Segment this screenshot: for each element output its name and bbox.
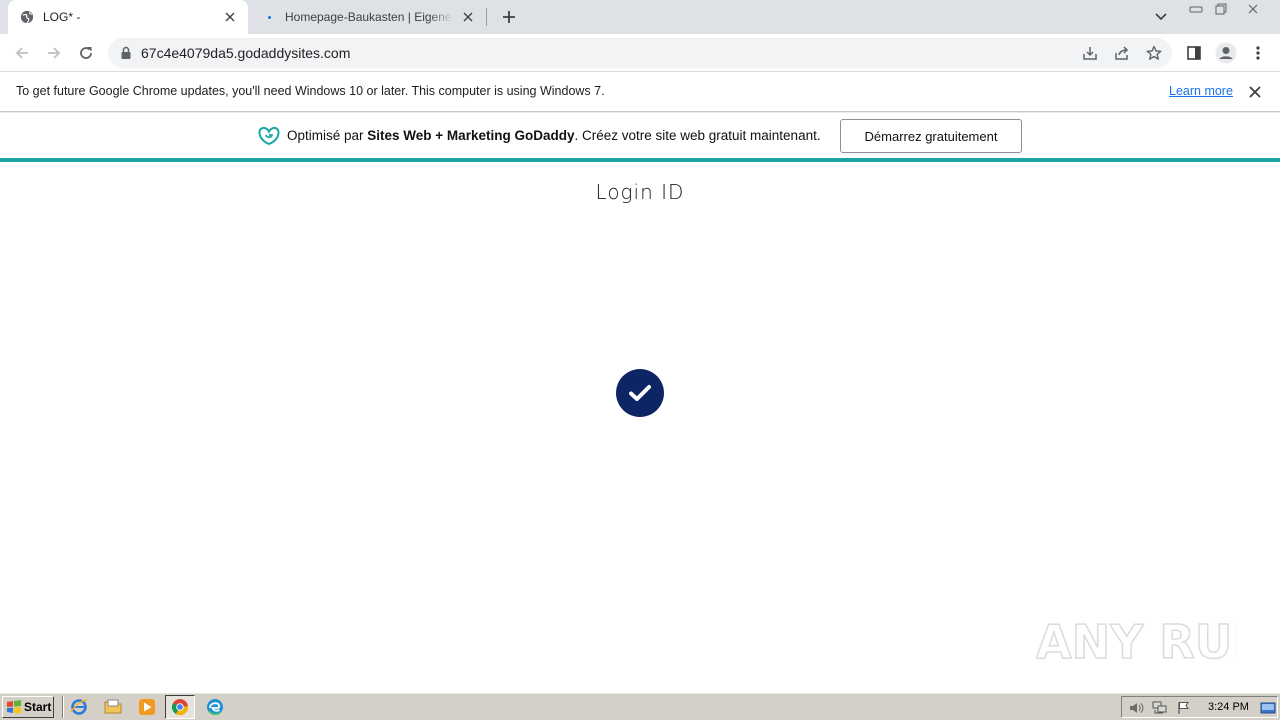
restore-icon <box>1215 3 1227 14</box>
new-tab-button[interactable] <box>498 6 520 28</box>
tab-separator <box>486 8 487 26</box>
loading-dot-icon <box>268 15 271 19</box>
back-button[interactable] <box>8 39 36 67</box>
lock-icon[interactable] <box>120 46 132 60</box>
reload-icon <box>80 47 92 59</box>
page-title: Login ID <box>595 180 685 204</box>
globe-icon <box>20 10 34 24</box>
close-window-button[interactable] <box>1238 1 1268 16</box>
media-player-icon <box>139 699 155 715</box>
promo-text: Optimisé par Sites Web + Marketing GoDad… <box>287 128 821 143</box>
system-tray: 3:24 PM <box>1121 696 1278 718</box>
checkmark-icon <box>629 385 651 401</box>
start-button[interactable]: Start <box>2 696 54 718</box>
promo-brand: Sites Web + Marketing GoDaddy <box>367 128 575 143</box>
share-button[interactable] <box>1110 41 1134 65</box>
close-tab-icon[interactable] <box>222 9 238 25</box>
internet-explorer-icon <box>70 699 88 715</box>
close-icon <box>1248 4 1258 13</box>
folder-icon <box>104 699 122 714</box>
action-center-flag-icon[interactable] <box>1176 700 1192 716</box>
tab-search-button[interactable] <box>1150 7 1172 27</box>
arrow-left-icon <box>15 47 28 59</box>
install-app-button[interactable] <box>1078 41 1102 65</box>
infobar-close-button[interactable] <box>1247 84 1263 100</box>
address-bar[interactable]: 67c4e4079da5.godaddysites.com <box>108 38 1172 68</box>
chevron-down-icon <box>1155 13 1167 21</box>
update-infobar: To get future Google Chrome updates, you… <box>0 72 1280 112</box>
side-panel-icon <box>1187 46 1201 60</box>
minimize-button[interactable] <box>1183 1 1209 16</box>
start-label: Start <box>24 700 52 714</box>
promo-prefix: Optimisé par <box>287 128 368 143</box>
close-tab-icon[interactable] <box>460 9 476 25</box>
banner-divider <box>0 158 1280 162</box>
internet-explorer-button[interactable] <box>68 697 90 717</box>
forward-button[interactable] <box>40 39 68 67</box>
tab-title: LOG* - <box>43 10 81 24</box>
media-player-button[interactable] <box>136 697 158 717</box>
chrome-taskbar-button[interactable] <box>165 695 195 719</box>
menu-button[interactable] <box>1244 39 1272 67</box>
minimize-icon <box>1189 6 1203 12</box>
taskbar-clock[interactable]: 3:24 PM <box>1208 701 1249 713</box>
restore-button[interactable] <box>1208 1 1234 16</box>
windows-flag-icon <box>7 700 21 714</box>
star-icon <box>1146 45 1162 60</box>
chrome-icon <box>172 699 188 715</box>
tab-inactive[interactable]: Homepage-Baukasten | Eigene Website <box>250 0 486 34</box>
windows-taskbar: Start 3:24 PM <box>0 692 1280 720</box>
explorer-button[interactable] <box>102 697 124 717</box>
godaddy-promo-banner: Optimisé par Sites Web + Marketing GoDad… <box>0 113 1280 158</box>
anyrun-watermark: ANY RUN <box>1036 614 1236 670</box>
url-text[interactable]: 67c4e4079da5.godaddysites.com <box>141 45 350 61</box>
tab-strip: LOG* - Homepage-Baukasten | Eigene Websi… <box>0 0 1280 34</box>
network-icon[interactable] <box>1152 700 1168 716</box>
godaddy-logo-icon <box>258 126 280 146</box>
reload-button[interactable] <box>72 39 100 67</box>
edge-icon <box>207 699 223 715</box>
download-icon <box>1083 47 1097 60</box>
tab-title: Homepage-Baukasten | Eigene Website <box>285 10 454 24</box>
avatar-icon <box>1215 42 1237 64</box>
profile-button[interactable] <box>1212 39 1240 67</box>
bookmark-button[interactable] <box>1142 41 1166 65</box>
show-desktop-icon[interactable] <box>1259 700 1277 716</box>
volume-icon[interactable] <box>1128 700 1144 716</box>
side-panel-button[interactable] <box>1180 39 1208 67</box>
learn-more-link[interactable]: Learn more <box>1169 84 1233 98</box>
taskbar-separator <box>62 696 64 718</box>
share-icon <box>1115 46 1129 60</box>
tab-active[interactable]: LOG* - <box>8 0 248 34</box>
arrow-right-icon <box>48 47 61 59</box>
plus-icon <box>503 11 515 23</box>
watermark-text: ANY RUN <box>1036 615 1236 669</box>
close-icon <box>1249 86 1261 98</box>
more-vertical-icon <box>1256 46 1260 60</box>
promo-suffix: . Créez votre site web gratuit maintenan… <box>574 128 821 143</box>
start-free-button[interactable]: Démarrez gratuitement <box>840 119 1022 153</box>
success-badge <box>616 369 664 417</box>
browser-toolbar: 67c4e4079da5.godaddysites.com <box>0 34 1280 72</box>
infobar-message: To get future Google Chrome updates, you… <box>16 84 605 98</box>
edge-button[interactable] <box>204 697 226 717</box>
